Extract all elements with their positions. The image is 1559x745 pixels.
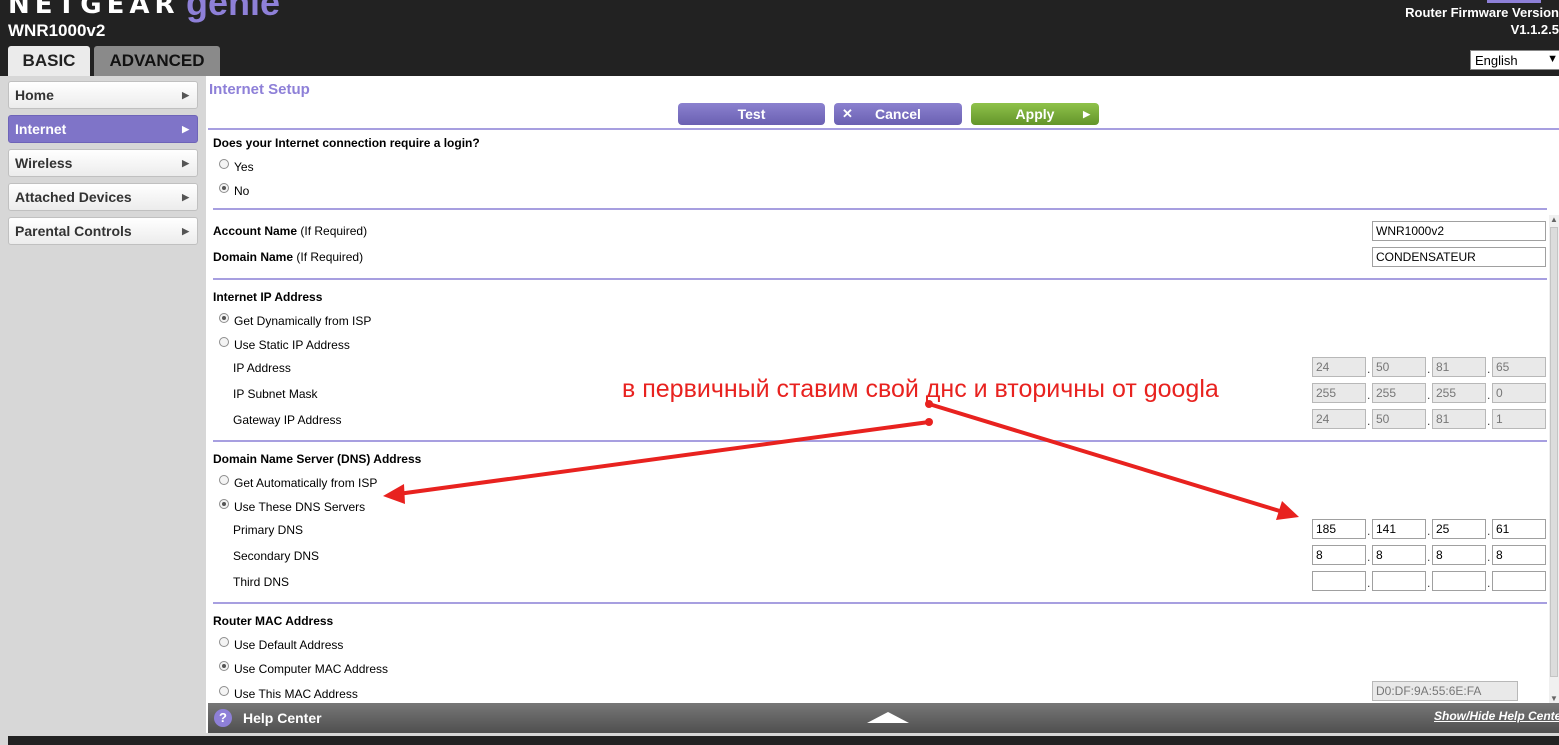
annotation-arrows — [383, 400, 1299, 520]
arrow-origin-dot — [925, 418, 933, 426]
arrow-to-dns-radio — [396, 420, 931, 496]
arrow-origin-dot — [925, 400, 933, 408]
arrow-to-primary-dns — [927, 402, 1285, 514]
arrowhead-right-icon — [1276, 501, 1299, 520]
arrowhead-left-icon — [383, 484, 405, 504]
